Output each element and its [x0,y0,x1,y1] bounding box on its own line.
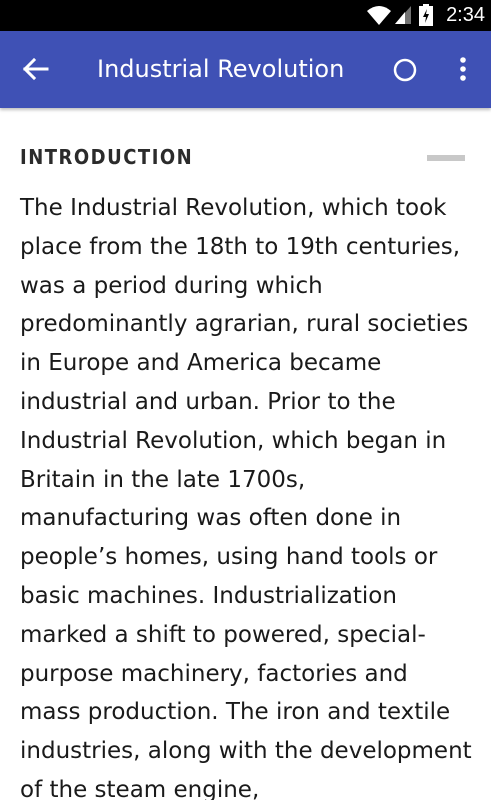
battery-icon [419,4,433,30]
wifi-icon [366,4,392,30]
back-arrow-icon[interactable] [22,57,50,81]
article-content[interactable]: INTRODUCTION The Industrial Revolution, … [0,108,491,800]
section-header[interactable]: INTRODUCTION [20,143,470,173]
loading-circle-icon[interactable] [393,58,417,82]
signal-icon [394,5,412,29]
status-bar: 2:34 [0,0,491,31]
app-bar: Industrial Revolution [0,31,491,108]
clock: 2:34 [446,4,485,26]
minus-icon[interactable] [427,155,465,161]
page-title: Industrial Revolution [97,55,345,83]
more-vert-icon[interactable] [452,55,474,85]
section-title: INTRODUCTION [20,145,194,169]
section-body-text: The Industrial Revolution, which took pl… [20,195,472,800]
